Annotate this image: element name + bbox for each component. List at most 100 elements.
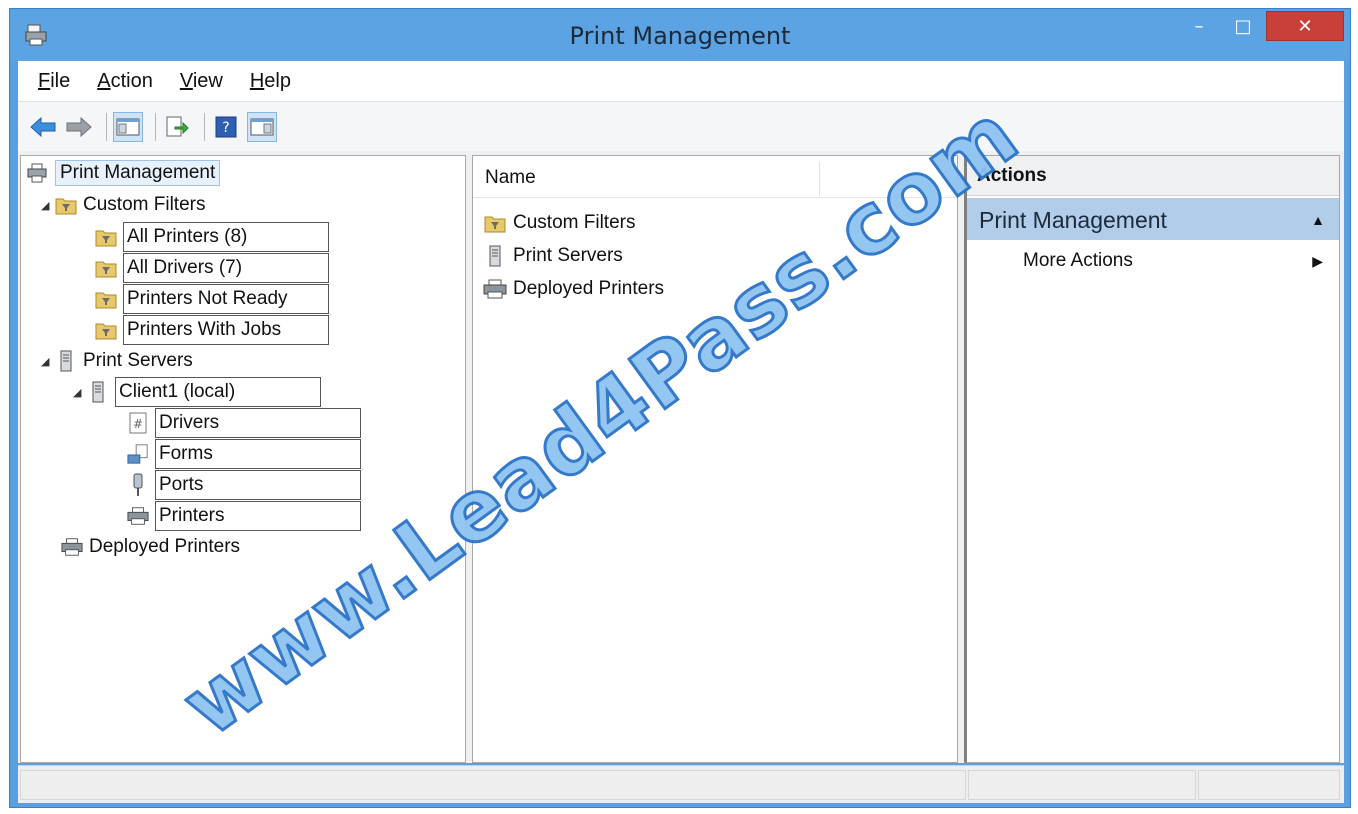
toolbar: ? — [18, 101, 1344, 151]
print-management-window: Print Management – □ ✕ File Action View … — [9, 8, 1351, 808]
expanded-arrow-icon[interactable]: ◢ — [41, 199, 55, 212]
status-segment — [20, 770, 966, 800]
filter-folder-icon — [55, 194, 77, 216]
list-header: Name — [473, 156, 957, 198]
menu-help[interactable]: Help — [250, 70, 291, 93]
tree-node-all-printers[interactable]: All Printers (8) — [95, 222, 329, 252]
toolbar-separator — [106, 112, 107, 141]
forward-button[interactable] — [64, 112, 94, 142]
tree-node-all-drivers[interactable]: All Drivers (7) — [95, 253, 329, 283]
port-plug-icon — [127, 473, 149, 496]
svg-text:#: # — [133, 417, 143, 431]
actions-header: Actions — [967, 156, 1339, 196]
tree-label: Printers Not Ready — [123, 284, 329, 314]
expanded-arrow-icon[interactable]: ◢ — [73, 386, 87, 399]
collapse-up-icon[interactable]: ▲ — [1311, 198, 1325, 242]
tree-label: Printers — [155, 501, 361, 531]
show-hide-console-tree-icon — [116, 118, 140, 135]
actions-pane: Actions Print Management ▲ More Actions … — [964, 155, 1340, 763]
help-icon: ? — [215, 116, 237, 137]
list-item[interactable]: Print Servers — [483, 241, 623, 271]
tree-node-print-management[interactable]: Print Management — [27, 158, 221, 188]
filter-folder-icon — [95, 288, 117, 310]
minimize-icon: – — [1194, 15, 1204, 37]
maximize-button[interactable]: □ — [1221, 11, 1265, 41]
chevron-right-icon: ▶ — [1312, 253, 1323, 269]
show-hide-action-pane-button[interactable] — [247, 111, 277, 142]
show-hide-action-pane-icon — [250, 118, 274, 135]
title-bar[interactable]: Print Management – □ ✕ — [10, 9, 1350, 61]
more-actions-label: More Actions — [1023, 250, 1133, 271]
forward-arrow-icon — [66, 116, 92, 137]
list-item-label: Print Servers — [513, 245, 623, 266]
back-button[interactable] — [28, 112, 58, 142]
back-arrow-icon — [30, 116, 56, 137]
tree-node-drivers[interactable]: # Drivers — [127, 408, 361, 438]
tree-node-printers-not-ready[interactable]: Printers Not Ready — [95, 284, 329, 314]
menu-action[interactable]: Action — [97, 70, 153, 93]
filter-folder-icon — [95, 226, 117, 248]
tree-node-custom-filters[interactable]: ◢ Custom Filters — [41, 190, 205, 220]
tree-node-client1[interactable]: ◢ Client1 (local) — [73, 377, 321, 407]
tree-node-forms[interactable]: Forms — [127, 439, 361, 469]
tree-node-printers[interactable]: Printers — [127, 501, 361, 531]
status-segment — [1198, 770, 1340, 800]
server-icon — [55, 350, 77, 372]
show-hide-console-tree-button[interactable] — [113, 111, 143, 142]
actions-group-print-management[interactable]: Print Management ▲ — [967, 198, 1339, 240]
tree-node-ports[interactable]: Ports — [127, 470, 361, 500]
export-list-icon — [166, 116, 189, 136]
tree-label: All Drivers (7) — [123, 253, 329, 283]
toolbar-separator — [155, 112, 156, 141]
menu-file[interactable]: File — [38, 70, 70, 93]
printer-icon — [61, 536, 83, 558]
printer-icon — [483, 278, 507, 300]
status-bar — [18, 765, 1344, 803]
tree-label: Printers With Jobs — [123, 315, 329, 345]
more-actions-item[interactable]: More Actions ▶ — [967, 246, 1339, 276]
menu-view[interactable]: View — [180, 70, 223, 93]
column-header-name[interactable]: Name — [485, 156, 536, 198]
help-button[interactable]: ? — [211, 112, 241, 142]
close-icon: ✕ — [1297, 15, 1313, 37]
filter-folder-icon — [95, 319, 117, 341]
console-tree-pane[interactable]: Print Management ◢ Custom Filters All Pr… — [20, 155, 466, 763]
tree-label: Client1 (local) — [115, 377, 321, 407]
tree-label: Print Servers — [83, 350, 193, 371]
tree-label: Custom Filters — [83, 194, 206, 215]
column-divider[interactable] — [819, 162, 820, 196]
close-button[interactable]: ✕ — [1266, 11, 1344, 41]
list-item-label: Custom Filters — [513, 212, 636, 233]
tree-node-deployed-printers[interactable]: Deployed Printers — [61, 532, 240, 562]
print-management-icon — [27, 162, 49, 184]
filter-folder-icon — [95, 257, 117, 279]
tree-label: All Printers (8) — [123, 222, 329, 252]
maximize-icon: □ — [1234, 15, 1252, 37]
tree-node-print-servers[interactable]: ◢ Print Servers — [41, 346, 193, 376]
status-segment — [968, 770, 1196, 800]
forms-icon — [127, 443, 149, 465]
export-list-button[interactable] — [162, 112, 192, 142]
tree-label: Drivers — [155, 408, 361, 438]
svg-text:?: ? — [222, 120, 229, 136]
tree-label: Ports — [155, 470, 361, 500]
list-item[interactable]: Deployed Printers — [483, 274, 664, 304]
content-area: Print Management ◢ Custom Filters All Pr… — [18, 151, 1344, 763]
printer-icon — [127, 505, 149, 527]
results-list-pane[interactable]: Name Custom Filters Print Servers Deploy… — [472, 155, 958, 763]
window-title: Print Management — [569, 22, 791, 50]
list-item[interactable]: Custom Filters — [483, 208, 635, 238]
tree-node-printers-with-jobs[interactable]: Printers With Jobs — [95, 315, 329, 345]
drivers-icon: # — [127, 412, 149, 434]
actions-group-label: Print Management — [979, 207, 1167, 233]
server-icon — [87, 381, 109, 403]
server-icon — [483, 245, 507, 267]
tree-label: Forms — [155, 439, 361, 469]
filter-folder-icon — [483, 212, 507, 234]
list-item-label: Deployed Printers — [513, 278, 665, 299]
menu-bar: File Action View Help — [18, 61, 1344, 101]
expanded-arrow-icon[interactable]: ◢ — [41, 355, 55, 368]
tree-label: Deployed Printers — [89, 536, 241, 557]
minimize-button[interactable]: – — [1177, 11, 1221, 41]
toolbar-separator — [204, 112, 205, 141]
